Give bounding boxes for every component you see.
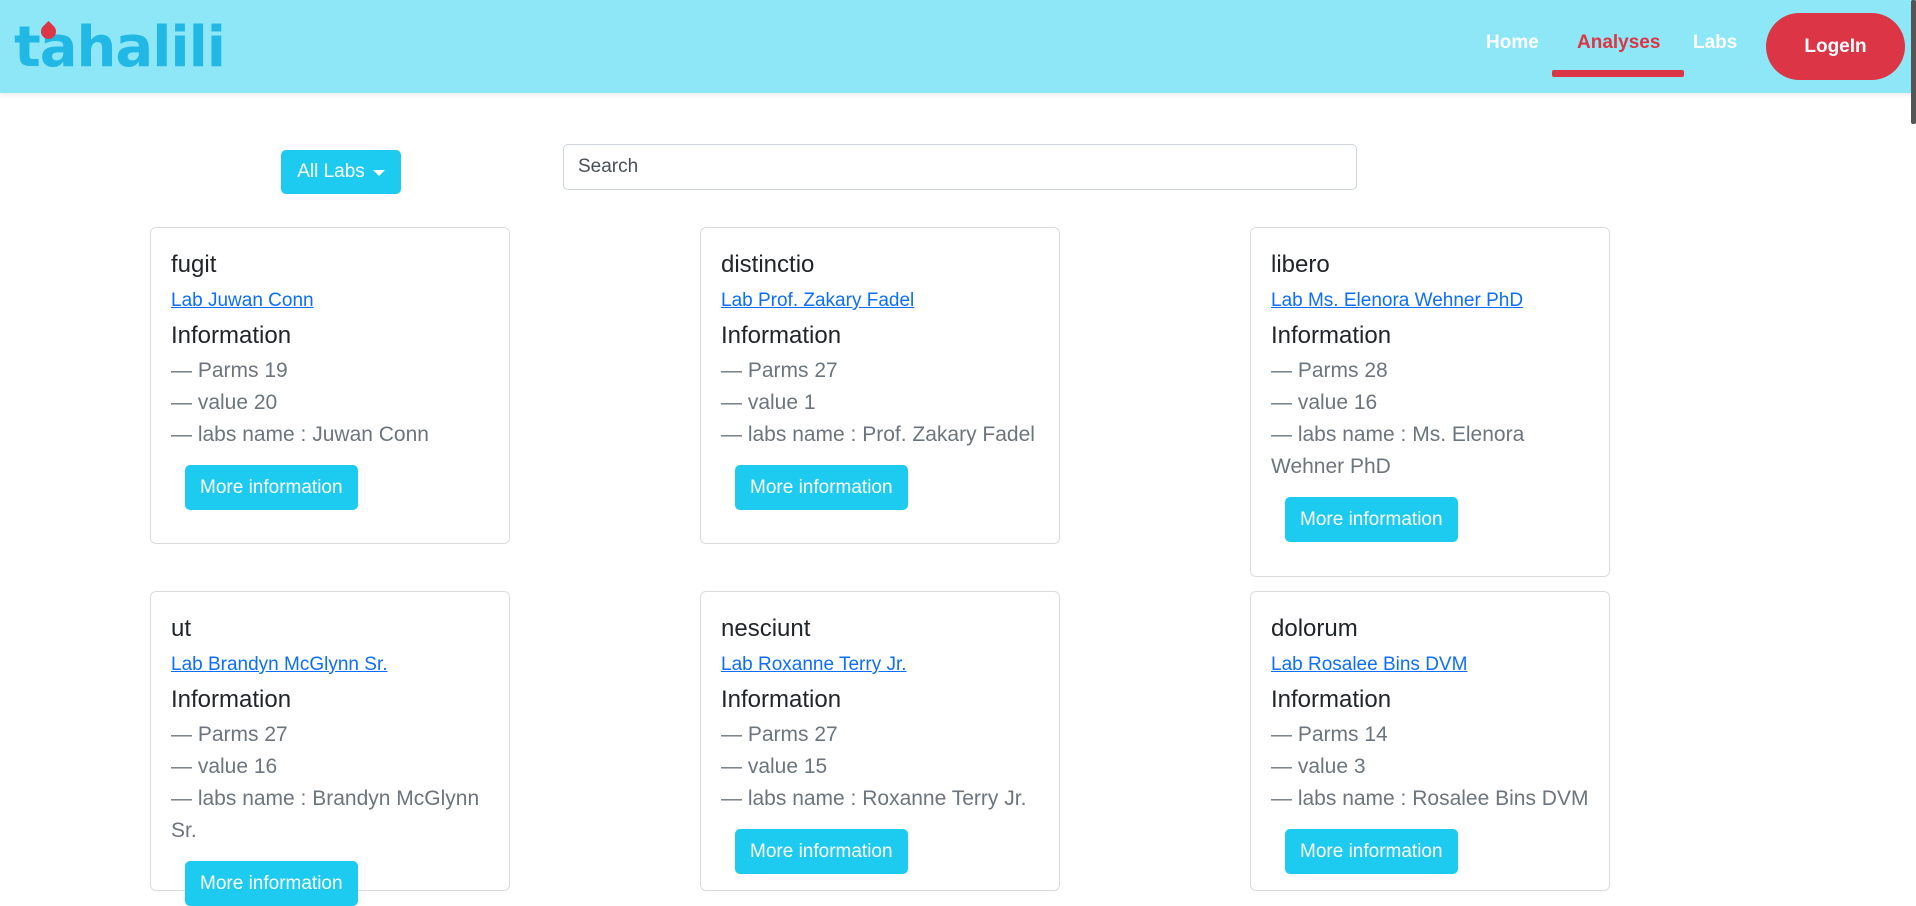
more-information-button[interactable]: More information [735,829,908,874]
card-value: — value 20 [171,391,278,414]
more-information-button[interactable]: More information [185,861,358,906]
card-labs-name: — labs name : Roxanne Terry Jr. [721,787,1027,810]
card-parms: — Parms 27 [171,723,288,746]
card-labs-name: — labs name : Ms. Elenora Wehner PhD [1271,423,1525,478]
card-lab-link[interactable]: Lab Prof. Zakary Fadel [721,289,1039,313]
analysis-card: libero Lab Ms. Elenora Wehner PhD Inform… [1250,227,1610,577]
card-title: nesciunt [721,615,811,642]
active-nav-indicator [1552,70,1684,77]
card-lab-link[interactable]: Lab Brandyn McGlynn Sr. [171,653,489,677]
logo[interactable]: tahalili [14,10,226,80]
card-value: — value 3 [1271,755,1366,778]
labs-filter-dropdown[interactable]: All Labs [281,150,401,194]
card-title: fugit [171,251,217,278]
nav-analyses-link[interactable]: Analyses [1577,32,1660,54]
analysis-card: ut Lab Brandyn McGlynn Sr. Information —… [150,591,510,906]
card-value: — value 16 [1271,391,1378,414]
more-information-button[interactable]: More information [735,465,908,510]
nav-home-link[interactable]: Home [1486,32,1539,54]
card-value: — value 15 [721,755,828,778]
login-button[interactable]: LogeIn [1766,13,1905,80]
more-information-button[interactable]: More information [185,465,358,510]
card-parms: — Parms 14 [1271,723,1388,746]
card-info-heading: Information [721,322,842,349]
card-title: distinctio [721,251,815,278]
card-labs-name: — labs name : Juwan Conn [171,423,429,446]
more-information-button[interactable]: More information [1285,829,1458,874]
card-labs-name: — labs name : Prof. Zakary Fadel [721,423,1035,446]
card-parms: — Parms 27 [721,359,838,382]
card-labs-name: — labs name : Brandyn McGlynn Sr. [171,787,480,842]
card-lab-link[interactable]: Lab Rosalee Bins DVM [1271,653,1589,677]
analysis-card: dolorum Lab Rosalee Bins DVM Information… [1250,591,1610,891]
card-title: dolorum [1271,615,1358,642]
analysis-card: nesciunt Lab Roxanne Terry Jr. Informati… [700,591,1060,891]
caret-down-icon [372,170,385,176]
card-info-heading: Information [721,686,842,713]
analysis-card: fugit Lab Juwan Conn Information — Parms… [150,227,510,544]
card-labs-name: — labs name : Rosalee Bins DVM [1271,787,1589,810]
card-lab-link[interactable]: Lab Roxanne Terry Jr. [721,653,1039,677]
analysis-card: distinctio Lab Prof. Zakary Fadel Inform… [700,227,1060,544]
card-lab-link[interactable]: Lab Juwan Conn [171,289,489,313]
navbar: tahalili Home Analyses Labs LogeIn [0,0,1916,93]
search-input[interactable] [563,144,1357,190]
card-title: ut [171,615,192,642]
nav-labs-link[interactable]: Labs [1693,32,1737,54]
card-lab-link[interactable]: Lab Ms. Elenora Wehner PhD [1271,289,1589,313]
card-value: — value 1 [721,391,816,414]
card-title: libero [1271,251,1330,278]
card-parms: — Parms 19 [171,359,288,382]
scrollbar-thumb[interactable] [1911,0,1916,124]
more-information-button[interactable]: More information [1285,497,1458,542]
card-value: — value 16 [171,755,278,778]
card-parms: — Parms 27 [721,723,838,746]
labs-filter-label: All Labs [297,161,365,182]
card-info-heading: Information [1271,322,1392,349]
card-info-heading: Information [171,322,292,349]
card-parms: — Parms 28 [1271,359,1388,382]
card-info-heading: Information [1271,686,1392,713]
card-info-heading: Information [171,686,292,713]
